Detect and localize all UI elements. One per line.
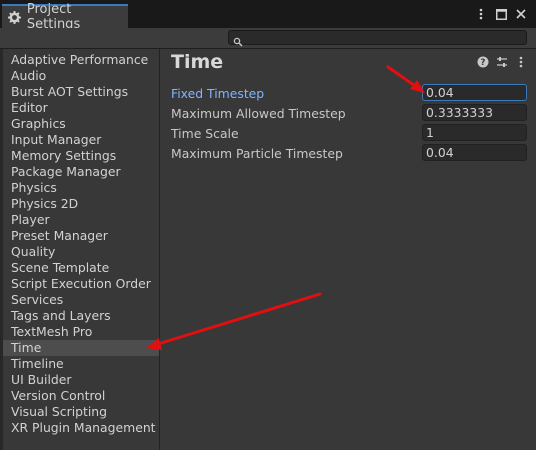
- sidebar-item-xr-plugin-management[interactable]: XR Plugin Management: [3, 420, 159, 436]
- sidebar-item-ui-builder[interactable]: UI Builder: [3, 372, 159, 388]
- sidebar-item-input-manager[interactable]: Input Manager: [3, 132, 159, 148]
- sidebar-item-burst-aot-settings[interactable]: Burst AOT Settings: [3, 84, 159, 100]
- maximize-icon[interactable]: [494, 7, 508, 21]
- maximum-particle-timestep-field[interactable]: 0.04: [422, 144, 527, 161]
- svg-text:?: ?: [480, 58, 485, 68]
- page-title: Time: [171, 51, 224, 73]
- fixed-timestep-label: Fixed Timestep: [171, 86, 265, 101]
- sidebar-item-adaptive-performance[interactable]: Adaptive Performance: [3, 52, 159, 68]
- sidebar-item-textmesh-pro[interactable]: TextMesh Pro: [3, 324, 159, 340]
- time-scale-field[interactable]: 1: [422, 124, 527, 141]
- gear-icon: [8, 10, 22, 24]
- fixed-timestep-field[interactable]: 0.04: [422, 84, 527, 101]
- sidebar-item-physics[interactable]: Physics: [3, 180, 159, 196]
- time-scale-label: Time Scale: [171, 126, 239, 141]
- sidebar-item-tags-and-layers[interactable]: Tags and Layers: [3, 308, 159, 324]
- search-icon: [233, 32, 243, 47]
- kebab-menu-icon[interactable]: [474, 7, 488, 21]
- sidebar-item-package-manager[interactable]: Package Manager: [3, 164, 159, 180]
- sidebar-item-memory-settings[interactable]: Memory Settings: [3, 148, 159, 164]
- preset-sliders-icon[interactable]: [495, 55, 508, 68]
- sidebar-item-preset-manager[interactable]: Preset Manager: [3, 228, 159, 244]
- sidebar-item-visual-scripting[interactable]: Visual Scripting: [3, 404, 159, 420]
- sidebar-item-editor[interactable]: Editor: [3, 100, 159, 116]
- maximum-particle-timestep-label: Maximum Particle Timestep: [171, 146, 343, 161]
- sidebar-item-quality[interactable]: Quality: [3, 244, 159, 260]
- settings-sidebar: Adaptive Performance Audio Burst AOT Set…: [3, 49, 160, 450]
- sidebar-item-audio[interactable]: Audio: [3, 68, 159, 84]
- close-icon[interactable]: [514, 7, 528, 21]
- title-bar: Project Settings: [0, 0, 536, 32]
- help-icon[interactable]: ?: [476, 55, 489, 68]
- sidebar-item-physics-2d[interactable]: Physics 2D: [3, 196, 159, 212]
- maximum-allowed-timestep-field[interactable]: 0.3333333: [422, 104, 527, 121]
- kebab-menu-icon[interactable]: [514, 55, 527, 68]
- sidebar-item-player[interactable]: Player: [3, 212, 159, 228]
- sidebar-item-timeline[interactable]: Timeline: [3, 356, 159, 372]
- tab-project-settings[interactable]: Project Settings: [2, 2, 128, 32]
- sidebar-item-scene-template[interactable]: Scene Template: [3, 260, 159, 276]
- sidebar-item-version-control[interactable]: Version Control: [3, 388, 159, 404]
- sidebar-item-services[interactable]: Services: [3, 292, 159, 308]
- sidebar-item-time[interactable]: Time: [3, 340, 159, 356]
- sidebar-item-script-execution-order[interactable]: Script Execution Order: [3, 276, 159, 292]
- sidebar-item-graphics[interactable]: Graphics: [3, 116, 159, 132]
- search-input[interactable]: [228, 30, 527, 47]
- maximum-allowed-timestep-label: Maximum Allowed Timestep: [171, 106, 346, 121]
